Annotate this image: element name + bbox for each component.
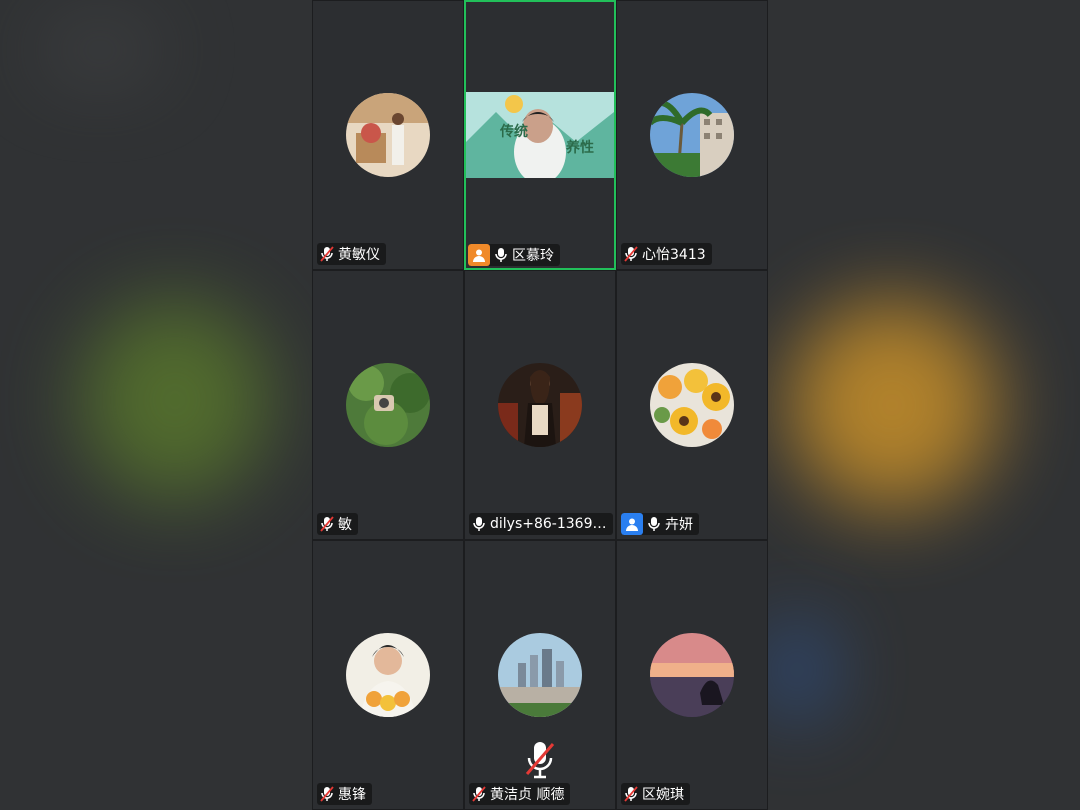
participant-video: 传统 养性 <box>466 92 614 178</box>
participant-name-tag: 惠锋 <box>317 783 372 805</box>
microphone-muted-icon <box>472 786 486 802</box>
participant-name-tag: 心怡3413 <box>621 243 712 265</box>
avatar <box>650 633 734 717</box>
participant-name: 敏 <box>338 517 352 533</box>
cohost-badge-icon <box>621 513 643 535</box>
participant-tile[interactable]: 心怡3413 <box>616 0 768 270</box>
participant-name: 惠锋 <box>338 787 366 803</box>
mute-microphone-button[interactable] <box>524 740 556 780</box>
participant-name-tag: 敏 <box>317 513 358 535</box>
avatar <box>346 633 430 717</box>
blur-blob <box>767 620 827 720</box>
microphone-muted-icon <box>624 786 638 802</box>
participant-name: 区慕玲 <box>512 248 554 264</box>
microphone-muted-icon <box>624 246 638 262</box>
participant-name: 黄敏仪 <box>338 247 380 263</box>
microphone-icon <box>473 517 485 531</box>
participant-name: dilys+86-13690… <box>490 516 607 532</box>
participant-grid: 黄敏仪 传统 养性 区慕玲 心怡3413 敏 dilys+86-13690… 卉… <box>312 0 768 810</box>
microphone-icon <box>648 517 660 531</box>
participant-name: 心怡3413 <box>642 247 706 263</box>
blurred-background-right <box>767 0 1080 810</box>
participant-tile-active-speaker[interactable]: 传统 养性 区慕玲 <box>464 0 616 270</box>
participant-name: 卉妍 <box>665 517 693 533</box>
participant-name-tag: 区慕玲 <box>468 244 560 266</box>
avatar <box>346 363 430 447</box>
avatar <box>650 363 734 447</box>
banner-title: 传统 <box>499 123 528 140</box>
microphone-muted-icon <box>320 516 334 532</box>
participant-tile[interactable]: dilys+86-13690… <box>464 270 616 540</box>
avatar <box>498 633 582 717</box>
blur-blob <box>787 300 997 510</box>
participant-tile[interactable]: 区婉琪 <box>616 540 768 810</box>
blur-blob <box>80 300 270 500</box>
microphone-muted-icon <box>320 246 334 262</box>
blurred-background-left <box>0 0 312 810</box>
host-badge-icon <box>468 244 490 266</box>
participant-name-tag: 黄洁贞 顺德 <box>469 783 571 805</box>
participant-tile[interactable]: 敏 <box>312 270 464 540</box>
avatar <box>498 363 582 447</box>
participant-tile[interactable]: 黄敏仪 <box>312 0 464 270</box>
avatar <box>650 93 734 177</box>
participant-name-tag: 卉妍 <box>621 513 699 535</box>
participant-name-tag: 黄敏仪 <box>317 243 386 265</box>
microphone-icon <box>495 248 507 262</box>
avatar <box>346 93 430 177</box>
participant-tile[interactable]: 惠锋 <box>312 540 464 810</box>
microphone-muted-icon <box>525 742 555 779</box>
blur-blob <box>40 20 160 80</box>
participant-name-tag: 区婉琪 <box>621 783 690 805</box>
participant-tile[interactable]: 卉妍 <box>616 270 768 540</box>
microphone-muted-icon <box>320 786 334 802</box>
participant-name-tag: dilys+86-13690… <box>469 513 613 535</box>
participant-name: 区婉琪 <box>642 787 684 803</box>
banner-subtitle: 养性 <box>565 139 594 156</box>
participant-name: 黄洁贞 顺德 <box>490 787 565 803</box>
